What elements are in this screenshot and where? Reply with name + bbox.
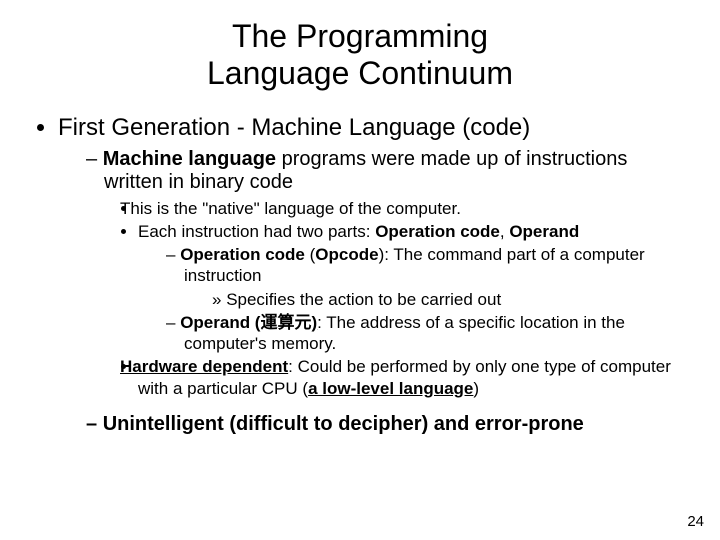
page-number: 24 [687, 513, 704, 530]
sd2-a: Operand ( [180, 313, 260, 332]
chevron-1: Specifies the action to be carried out [212, 289, 690, 310]
sd1-b: ( [305, 245, 315, 264]
sb3-c: a low-level language [308, 379, 473, 398]
sd2-b: 運算元 [260, 313, 311, 332]
dash1-bold: Machine language [103, 148, 276, 170]
sub-bullet-3: Hardware dependent: Could be performed b… [138, 356, 690, 399]
top-bullet-list: First Generation - Machine Language (cod… [30, 114, 690, 436]
sub-bullet-1: This is the "native" language of the com… [138, 198, 690, 219]
top-bullet-item: First Generation - Machine Language (cod… [58, 114, 690, 436]
sb2-b: Operation code [375, 222, 500, 241]
title-line-1: The Programming [232, 18, 488, 54]
sub-dash-list: Operation code (Opcode): The command par… [138, 244, 690, 354]
sd1-c: Opcode [315, 245, 378, 264]
slide-title: The Programming Language Continuum [30, 18, 690, 92]
sub-dash-2: Operand (運算元): The address of a specific… [166, 312, 690, 355]
sb2-a: Each instruction had two parts: [138, 222, 375, 241]
dash-list-1: Machine language programs were made up o… [58, 148, 690, 436]
sb3-d: ) [473, 379, 479, 398]
sb3-a: Hardware dependent [120, 357, 288, 376]
dash-item-2: Unintelligent (difficult to decipher) an… [86, 413, 690, 436]
top-bullet-text: First Generation - Machine Language (cod… [58, 114, 530, 141]
slide: The Programming Language Continuum First… [0, 0, 720, 540]
sd1-a: Operation code [180, 245, 305, 264]
sb2-c: , [500, 222, 509, 241]
sub-bullet-2: Each instruction had two parts: Operatio… [138, 221, 690, 355]
chevron-list: Specifies the action to be carried out [184, 289, 690, 310]
sub-dash-1: Operation code (Opcode): The command par… [166, 244, 690, 310]
sub-bullet-list: This is the "native" language of the com… [104, 198, 690, 399]
title-line-2: Language Continuum [207, 55, 513, 91]
sb2-d: Operand [509, 222, 579, 241]
dash-item-1: Machine language programs were made up o… [86, 148, 690, 399]
